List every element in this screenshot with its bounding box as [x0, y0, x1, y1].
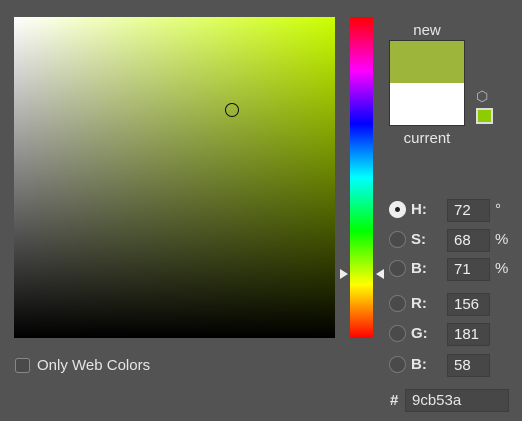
radio-s[interactable]: [389, 231, 406, 248]
unit-b: %: [495, 260, 509, 277]
radio-r[interactable]: [389, 295, 406, 312]
unit-h: °: [495, 201, 501, 218]
label-bl: B:: [411, 356, 427, 373]
hue-slider[interactable]: [350, 17, 373, 338]
input-r[interactable]: 156: [447, 293, 490, 316]
hue-slider-handle-right[interactable]: [376, 268, 384, 279]
radio-h[interactable]: [389, 201, 406, 218]
color-marker[interactable]: [225, 103, 240, 118]
new-color-swatch: [389, 40, 465, 83]
web-safe-swatch[interactable]: [476, 108, 493, 124]
input-bl[interactable]: 58: [447, 354, 490, 377]
cube-icon[interactable]: ⬡: [476, 88, 488, 105]
label-r: R:: [411, 295, 427, 312]
radio-bl[interactable]: [389, 356, 406, 373]
input-h[interactable]: 72: [447, 199, 490, 222]
radio-b[interactable]: [389, 260, 406, 277]
input-g[interactable]: 181: [447, 323, 490, 346]
new-label: new: [413, 22, 441, 39]
hex-prefix: #: [390, 392, 399, 409]
saturation-brightness-field[interactable]: [14, 17, 335, 338]
label-s: S:: [411, 231, 426, 248]
input-b[interactable]: 71: [447, 258, 490, 281]
label-b: B:: [411, 260, 427, 277]
only-web-colors-checkbox[interactable]: [15, 358, 30, 373]
hue-slider-handle-left[interactable]: [340, 268, 348, 279]
radio-g[interactable]: [389, 325, 406, 342]
label-g: G:: [411, 325, 428, 342]
unit-s: %: [495, 231, 509, 248]
label-h: H:: [411, 201, 427, 218]
only-web-colors-label: Only Web Colors: [37, 357, 151, 374]
current-color-swatch[interactable]: [389, 83, 465, 126]
current-label: current: [403, 130, 451, 147]
hex-input[interactable]: 9cb53a: [405, 389, 509, 412]
input-s[interactable]: 68: [447, 229, 490, 252]
